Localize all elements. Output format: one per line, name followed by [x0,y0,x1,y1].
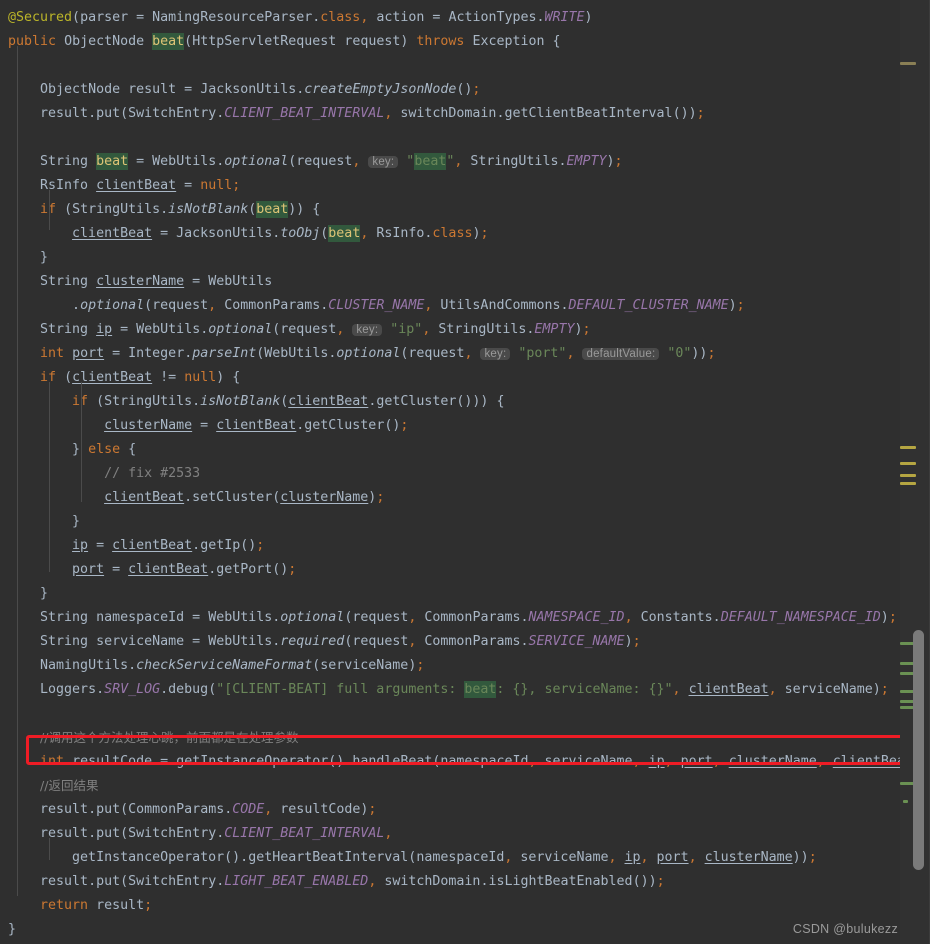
error-stripe-gutter[interactable] [900,0,930,944]
code-line[interactable]: String beat = WebUtils.optional(request,… [0,150,900,174]
code-line[interactable]: // fix #2533 [0,462,900,486]
code-line[interactable]: } [0,582,900,606]
code-line[interactable]: @Secured(parser = NamingResourceParser.c… [0,6,900,30]
code-line[interactable] [0,126,900,150]
code-line[interactable]: ip = clientBeat.getIp(); [0,534,900,558]
code-line-highlighted[interactable]: int resultCode = getInstanceOperator().h… [0,750,900,774]
code-line-comment-cn[interactable]: //返回结果 [0,774,900,798]
code-line[interactable]: public ObjectNode beat(HttpServletReques… [0,30,900,54]
code-line[interactable]: RsInfo clientBeat = null; [0,174,900,198]
code-line[interactable] [0,54,900,78]
code-line[interactable]: return result; [0,894,900,918]
code-line[interactable]: ObjectNode result = JacksonUtils.createE… [0,78,900,102]
stripe-marker-warning[interactable] [900,462,916,465]
code-line[interactable]: } else { [0,438,900,462]
code-line[interactable]: .optional(request, CommonParams.CLUSTER_… [0,294,900,318]
code-line[interactable]: clientBeat = JacksonUtils.toObj(beat, Rs… [0,222,900,246]
code-line-comment-cn[interactable]: //调用这个方法处理心跳，前面都是在处理参数 [0,726,900,750]
code-line[interactable]: getInstanceOperator().getHeartBeatInterv… [0,846,900,870]
code-line[interactable]: String ip = WebUtils.optional(request, k… [0,318,900,342]
indent-guide [81,382,82,502]
stripe-marker-warning[interactable] [900,474,916,477]
code-line[interactable]: result.put(SwitchEntry.CLIENT_BEAT_INTER… [0,102,900,126]
indent-guide [17,46,18,896]
code-line[interactable]: } [0,918,900,942]
code-line[interactable]: clusterName = clientBeat.getCluster(); [0,414,900,438]
code-editor[interactable]: @Secured(parser = NamingResourceParser.c… [0,0,930,944]
comment-call-method-cn: //调用这个方法处理心跳，前面都是在处理参数 [40,730,299,745]
code-line[interactable]: int port = Integer.parseInt(WebUtils.opt… [0,342,900,366]
code-line[interactable]: Loggers.SRV_LOG.debug("[CLIENT-BEAT] ful… [0,678,900,702]
param-hint-key: key: [368,156,399,168]
stripe-marker-info[interactable] [903,800,908,803]
code-line[interactable]: result.put(SwitchEntry.CLIENT_BEAT_INTER… [0,822,900,846]
indent-guide [49,190,50,230]
code-line[interactable]: } [0,510,900,534]
code-line[interactable]: String namespaceId = WebUtils.optional(r… [0,606,900,630]
code-line[interactable]: if (clientBeat != null) { [0,366,900,390]
vertical-scrollbar-thumb[interactable] [913,630,924,870]
code-line[interactable]: String clusterName = WebUtils [0,270,900,294]
param-hint-default-value: defaultValue: [582,348,660,360]
code-line[interactable]: NamingUtils.checkServiceNameFormat(servi… [0,654,900,678]
code-line[interactable]: if (StringUtils.isNotBlank(clientBeat.ge… [0,390,900,414]
param-hint-key: key: [480,348,511,360]
code-line[interactable]: port = clientBeat.getPort(); [0,558,900,582]
code-line[interactable]: String serviceName = WebUtils.required(r… [0,630,900,654]
code-line[interactable]: if (StringUtils.isNotBlank(beat)) { [0,198,900,222]
stripe-marker-warning[interactable] [900,482,916,485]
csdn-watermark: CSDN @bulukezz [792,922,898,936]
stripe-marker-warning[interactable] [900,446,916,449]
code-line[interactable] [0,702,900,726]
code-line[interactable]: result.put(CommonParams.CODE, resultCode… [0,798,900,822]
code-content[interactable]: @Secured(parser = NamingResourceParser.c… [0,0,900,944]
comment-return-result-cn: //返回结果 [40,778,99,793]
code-line[interactable]: } [0,246,900,270]
stripe-marker-warning[interactable] [900,62,916,65]
code-line[interactable]: clientBeat.setCluster(clusterName); [0,486,900,510]
param-hint-key: key: [352,324,383,336]
indent-guide [49,838,50,860]
code-line[interactable]: result.put(SwitchEntry.LIGHT_BEAT_ENABLE… [0,870,900,894]
indent-guide [49,382,50,572]
